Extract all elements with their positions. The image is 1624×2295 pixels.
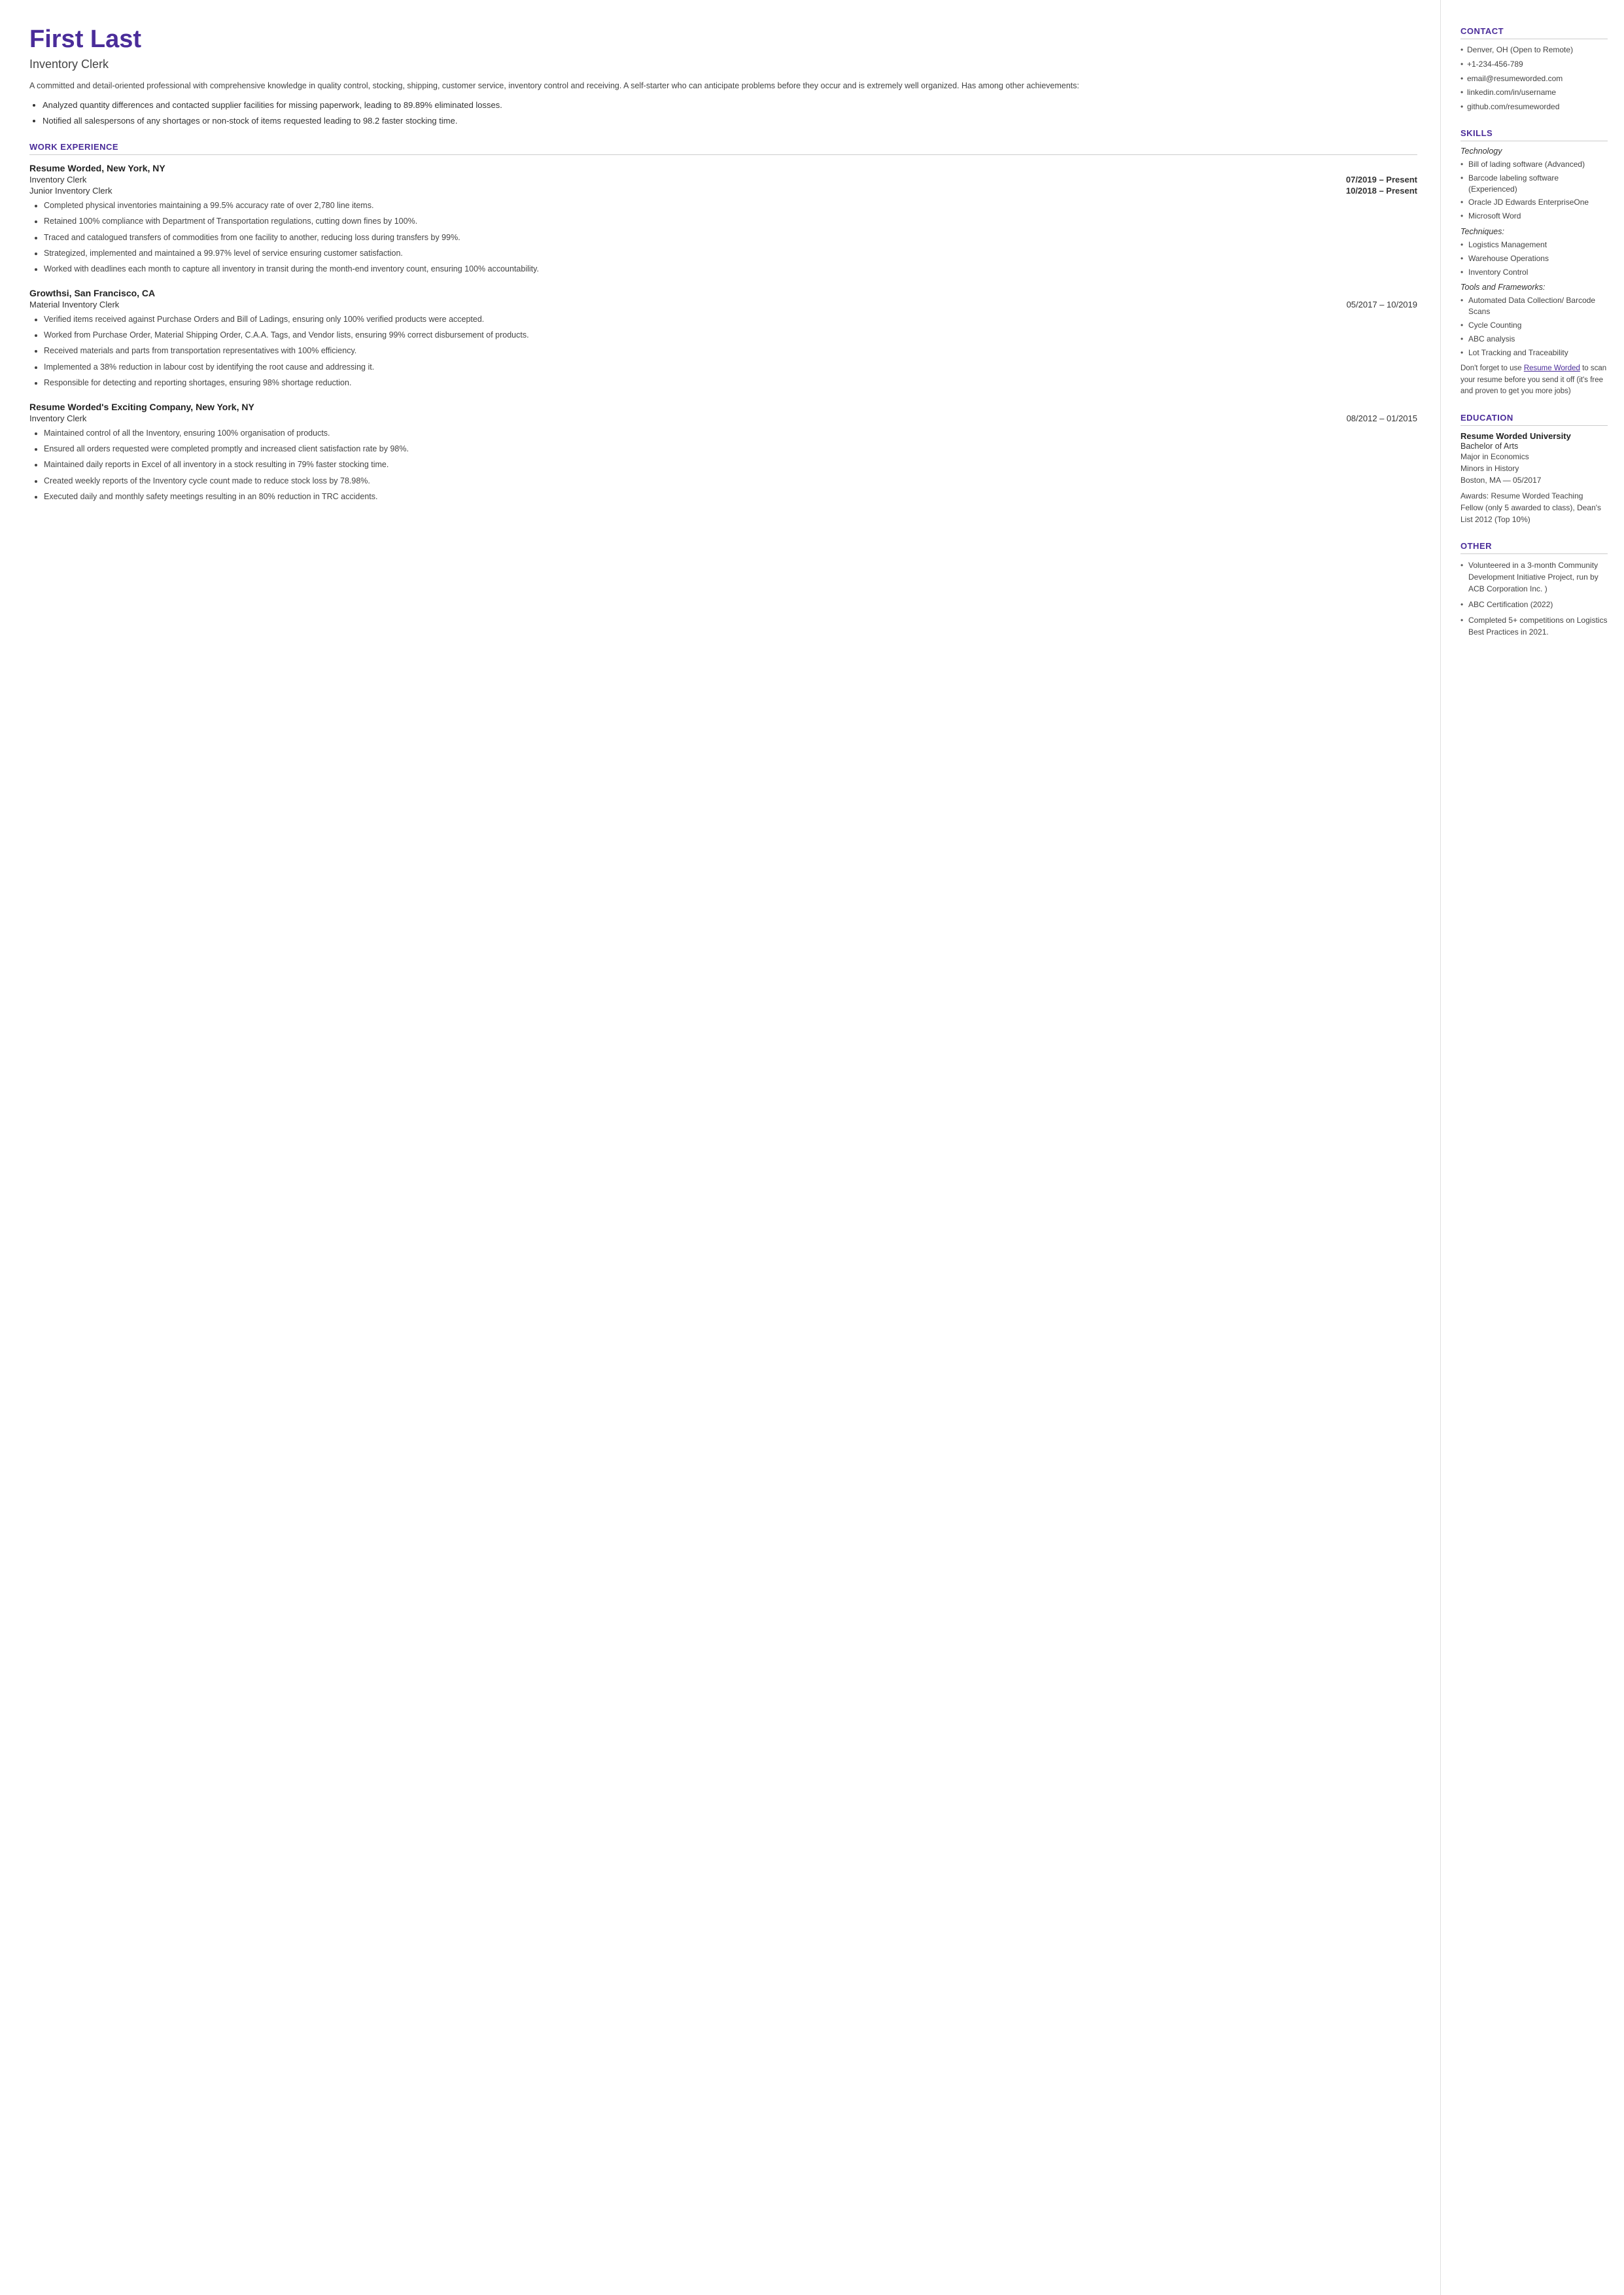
other-item-2: Completed 5+ competitions on Logistics B… bbox=[1460, 614, 1608, 638]
skills-cat-0: Technology bbox=[1460, 147, 1608, 156]
main-column: First Last Inventory Clerk A committed a… bbox=[0, 0, 1441, 2295]
role-title-1-0: Material Inventory Clerk bbox=[29, 300, 119, 309]
skills-cat-1: Techniques: bbox=[1460, 227, 1608, 236]
role-dates-1-0: 05/2017 – 10/2019 bbox=[1347, 300, 1417, 309]
contact-item-4: github.com/resumeworded bbox=[1460, 101, 1608, 113]
job-block-1: Growthsi, San Francisco, CA Material Inv… bbox=[29, 288, 1417, 390]
skills-list-2: Automated Data Collection/ Barcode Scans… bbox=[1460, 295, 1608, 358]
bullet-0-4: Worked with deadlines each month to capt… bbox=[44, 263, 1417, 275]
role-dates-0-0: 07/2019 – Present bbox=[1346, 175, 1417, 184]
sidebar: CONTACT Denver, OH (Open to Remote) +1-2… bbox=[1441, 0, 1624, 2295]
role-title-0-0: Inventory Clerk bbox=[29, 175, 86, 184]
bullet-1-1: Worked from Purchase Order, Material Shi… bbox=[44, 329, 1417, 342]
edu-block: Resume Worded University Bachelor of Art… bbox=[1460, 431, 1608, 525]
contact-item-3: linkedin.com/in/username bbox=[1460, 87, 1608, 98]
contact-item-0: Denver, OH (Open to Remote) bbox=[1460, 44, 1608, 56]
role-row-1-0: Material Inventory Clerk 05/2017 – 10/20… bbox=[29, 300, 1417, 309]
work-experience-heading: WORK EXPERIENCE bbox=[29, 142, 1417, 155]
job-title: Inventory Clerk bbox=[29, 58, 1417, 71]
role-title-2-0: Inventory Clerk bbox=[29, 413, 86, 423]
scan-note: Don't forget to use Resume Worded to sca… bbox=[1460, 363, 1608, 397]
summary-bullet-1: Analyzed quantity differences and contac… bbox=[43, 99, 1417, 112]
bullet-2-1: Ensured all orders requested were comple… bbox=[44, 443, 1417, 455]
skill-2-0: Automated Data Collection/ Barcode Scans bbox=[1460, 295, 1608, 317]
other-list: Volunteered in a 3-month Community Devel… bbox=[1460, 559, 1608, 638]
skill-0-0: Bill of lading software (Advanced) bbox=[1460, 159, 1608, 170]
skill-0-3: Microsoft Word bbox=[1460, 211, 1608, 222]
skill-0-1: Barcode labeling software (Experienced) bbox=[1460, 173, 1608, 195]
skill-1-2: Inventory Control bbox=[1460, 267, 1608, 278]
skills-cat-2: Tools and Frameworks: bbox=[1460, 283, 1608, 292]
bullet-2-3: Created weekly reports of the Inventory … bbox=[44, 475, 1417, 487]
summary-bullet-2: Notified all salespersons of any shortag… bbox=[43, 114, 1417, 128]
skills-list-0: Bill of lading software (Advanced) Barco… bbox=[1460, 159, 1608, 222]
job-block-0: Resume Worded, New York, NY Inventory Cl… bbox=[29, 163, 1417, 276]
education-heading: EDUCATION bbox=[1460, 413, 1608, 426]
skill-2-2: ABC analysis bbox=[1460, 334, 1608, 345]
bullet-0-2: Traced and catalogued transfers of commo… bbox=[44, 232, 1417, 244]
company-name-2: Resume Worded's Exciting Company, New Yo… bbox=[29, 402, 1417, 412]
edu-location-date: Boston, MA — 05/2017 bbox=[1460, 474, 1608, 486]
bullet-1-2: Received materials and parts from transp… bbox=[44, 345, 1417, 357]
resume-worded-link[interactable]: Resume Worded bbox=[1524, 364, 1580, 372]
edu-major: Major in Economics bbox=[1460, 451, 1608, 463]
edu-minor: Minors in History bbox=[1460, 463, 1608, 474]
skill-1-1: Warehouse Operations bbox=[1460, 253, 1608, 264]
role-row-2-0: Inventory Clerk 08/2012 – 01/2015 bbox=[29, 413, 1417, 423]
job-bullets-2: Maintained control of all the Inventory,… bbox=[44, 427, 1417, 504]
contact-list: Denver, OH (Open to Remote) +1-234-456-7… bbox=[1460, 44, 1608, 113]
job-bullets-1: Verified items received against Purchase… bbox=[44, 313, 1417, 390]
edu-awards: Awards: Resume Worded Teaching Fellow (o… bbox=[1460, 490, 1608, 525]
bullet-0-0: Completed physical inventories maintaini… bbox=[44, 200, 1417, 212]
scan-note-prefix: Don't forget to use bbox=[1460, 364, 1524, 372]
summary-bullets: Analyzed quantity differences and contac… bbox=[43, 99, 1417, 128]
skill-2-1: Cycle Counting bbox=[1460, 320, 1608, 331]
role-row-0-0: Inventory Clerk 07/2019 – Present bbox=[29, 175, 1417, 184]
role-dates-2-0: 08/2012 – 01/2015 bbox=[1347, 413, 1417, 423]
role-dates-0-1: 10/2018 – Present bbox=[1346, 186, 1417, 196]
bullet-0-1: Retained 100% compliance with Department… bbox=[44, 215, 1417, 228]
resume-header: First Last Inventory Clerk A committed a… bbox=[29, 26, 1417, 128]
company-name-1: Growthsi, San Francisco, CA bbox=[29, 288, 1417, 298]
job-block-2: Resume Worded's Exciting Company, New Yo… bbox=[29, 402, 1417, 504]
other-section: OTHER Volunteered in a 3-month Community… bbox=[1460, 541, 1608, 638]
summary-text: A committed and detail-oriented professi… bbox=[29, 79, 1417, 92]
skills-heading: SKILLS bbox=[1460, 128, 1608, 141]
bullet-1-0: Verified items received against Purchase… bbox=[44, 313, 1417, 326]
skills-list-1: Logistics Management Warehouse Operation… bbox=[1460, 239, 1608, 277]
candidate-name: First Last bbox=[29, 26, 1417, 54]
bullet-2-2: Maintained daily reports in Excel of all… bbox=[44, 459, 1417, 471]
skill-2-3: Lot Tracking and Traceability bbox=[1460, 347, 1608, 359]
edu-school: Resume Worded University bbox=[1460, 431, 1608, 441]
role-title-0-1: Junior Inventory Clerk bbox=[29, 186, 112, 196]
contact-item-2: email@resumeworded.com bbox=[1460, 73, 1608, 84]
education-section: EDUCATION Resume Worded University Bache… bbox=[1460, 413, 1608, 525]
skill-1-0: Logistics Management bbox=[1460, 239, 1608, 251]
bullet-0-3: Strategized, implemented and maintained … bbox=[44, 247, 1417, 260]
edu-degree: Bachelor of Arts bbox=[1460, 442, 1608, 451]
contact-item-1: +1-234-456-789 bbox=[1460, 59, 1608, 70]
company-name-0: Resume Worded, New York, NY bbox=[29, 163, 1417, 173]
other-item-1: ABC Certification (2022) bbox=[1460, 599, 1608, 610]
role-row-0-1: Junior Inventory Clerk 10/2018 – Present bbox=[29, 186, 1417, 196]
skill-0-2: Oracle JD Edwards EnterpriseOne bbox=[1460, 197, 1608, 208]
bullet-2-0: Maintained control of all the Inventory,… bbox=[44, 427, 1417, 440]
job-bullets-0: Completed physical inventories maintaini… bbox=[44, 200, 1417, 276]
skills-section: SKILLS Technology Bill of lading softwar… bbox=[1460, 128, 1608, 397]
contact-heading: CONTACT bbox=[1460, 26, 1608, 39]
other-item-0: Volunteered in a 3-month Community Devel… bbox=[1460, 559, 1608, 595]
other-heading: OTHER bbox=[1460, 541, 1608, 554]
bullet-1-3: Implemented a 38% reduction in labour co… bbox=[44, 361, 1417, 374]
bullet-1-4: Responsible for detecting and reporting … bbox=[44, 377, 1417, 389]
bullet-2-4: Executed daily and monthly safety meetin… bbox=[44, 491, 1417, 503]
contact-section: CONTACT Denver, OH (Open to Remote) +1-2… bbox=[1460, 26, 1608, 113]
